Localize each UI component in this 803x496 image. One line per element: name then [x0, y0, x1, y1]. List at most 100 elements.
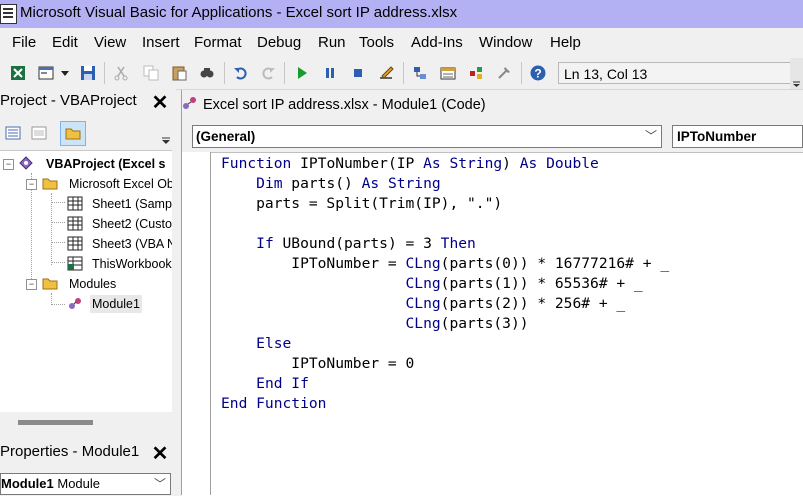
- toolbar-overflow-chevron[interactable]: [790, 58, 803, 89]
- undo-icon[interactable]: [233, 65, 249, 81]
- tree-node-sheet2[interactable]: Sheet2 (Custo: [0, 215, 172, 233]
- code-line[interactable]: Dim parts() As String: [221, 174, 669, 194]
- code-token: (parts(3)): [440, 315, 529, 332]
- break-icon[interactable]: [322, 65, 338, 81]
- dropdown-arrow-icon[interactable]: [60, 65, 70, 81]
- cut-icon[interactable]: [113, 65, 129, 81]
- tree-node-excel-objects[interactable]: − Microsoft Excel Ob: [0, 175, 172, 193]
- tree-node-module1[interactable]: Module1: [0, 295, 172, 313]
- svg-text:?: ?: [534, 67, 541, 81]
- menu-run[interactable]: Run: [318, 34, 346, 51]
- copy-icon[interactable]: [143, 65, 159, 81]
- code-token: IPToNumber =: [221, 255, 406, 272]
- procedure-dropdown[interactable]: IPToNumber: [672, 125, 803, 148]
- code-line[interactable]: End If: [221, 374, 669, 394]
- object-dropdown[interactable]: (General) ﹀: [192, 125, 662, 148]
- workbook-icon: [67, 256, 83, 271]
- code-window-title-text: Excel sort IP address.xlsx - Module1 (Co…: [203, 97, 486, 113]
- module-icon: [181, 95, 203, 115]
- close-icon[interactable]: ✕: [150, 444, 170, 464]
- code-keyword: End Function: [221, 395, 327, 412]
- code-line[interactable]: parts = Split(Trim(IP), "."): [221, 194, 669, 214]
- tree-horizontal-scrollbar[interactable]: [0, 412, 172, 432]
- project-explorer-icon[interactable]: [412, 65, 428, 81]
- code-line[interactable]: CLng(parts(2)) * 256# + _: [221, 294, 669, 314]
- tree-node-modules[interactable]: − Modules: [0, 275, 172, 293]
- scroll-down-icon[interactable]: [160, 131, 172, 147]
- worksheet-icon: [67, 236, 83, 251]
- excel-icon[interactable]: [10, 65, 26, 81]
- tree-node-thisworkbook[interactable]: ThisWorkbook: [0, 255, 172, 273]
- code-margin-indicator-bar[interactable]: [182, 152, 211, 495]
- code-text[interactable]: Function IPToNumber(IP As String) As Dou…: [221, 154, 669, 414]
- properties-window-icon[interactable]: [440, 65, 456, 81]
- menu-edit[interactable]: Edit: [52, 34, 78, 51]
- code-line[interactable]: Else: [221, 334, 669, 354]
- menu-view[interactable]: View: [94, 34, 126, 51]
- code-keyword: Then: [440, 235, 476, 252]
- code-line[interactable]: CLng(parts(1)) * 65536# + _: [221, 274, 669, 294]
- insert-userform-icon[interactable]: [38, 65, 54, 81]
- code-line[interactable]: End Function: [221, 394, 669, 414]
- reset-icon[interactable]: [350, 65, 366, 81]
- redo-icon[interactable]: [260, 65, 276, 81]
- help-icon[interactable]: ?: [530, 65, 546, 81]
- code-keyword: CLng: [405, 295, 441, 312]
- menu-bar: File Edit View Insert Format Debug Run T…: [0, 28, 803, 58]
- code-line[interactable]: CLng(parts(3)): [221, 314, 669, 334]
- collapse-icon[interactable]: −: [26, 279, 37, 290]
- toolbox-icon[interactable]: [496, 65, 512, 81]
- code-keyword: As String: [361, 175, 441, 192]
- menu-debug[interactable]: Debug: [257, 34, 301, 51]
- code-keyword: Function: [221, 155, 292, 172]
- design-mode-icon[interactable]: [378, 65, 394, 81]
- menu-tools[interactable]: Tools: [359, 34, 394, 51]
- code-keyword: If: [256, 235, 274, 252]
- code-line[interactable]: [221, 214, 669, 234]
- menu-insert[interactable]: Insert: [142, 34, 180, 51]
- close-icon[interactable]: ✕: [150, 93, 170, 113]
- code-token: IPToNumber(IP: [291, 155, 424, 172]
- tree-label: Microsoft Excel Ob: [69, 177, 172, 191]
- run-icon[interactable]: [294, 65, 310, 81]
- project-explorer-toolbar: [0, 117, 176, 150]
- collapse-icon[interactable]: −: [3, 159, 14, 170]
- code-keyword: CLng: [405, 275, 441, 292]
- menu-file[interactable]: File: [12, 34, 36, 51]
- tree-node-sheet3[interactable]: Sheet3 (VBA N: [0, 235, 172, 253]
- project-explorer-header: Project - VBAProject ✕: [0, 89, 176, 117]
- paste-icon[interactable]: [171, 65, 187, 81]
- menu-window[interactable]: Window: [479, 34, 532, 51]
- window-title: Microsoft Visual Basic for Applications …: [20, 4, 458, 21]
- menu-format[interactable]: Format: [194, 34, 242, 51]
- code-token: parts(): [282, 175, 362, 192]
- chevron-down-icon: ﹀: [644, 129, 657, 143]
- view-object-icon[interactable]: [31, 126, 47, 140]
- code-line[interactable]: IPToNumber = CLng(parts(0)) * 16777216# …: [221, 254, 669, 274]
- scrollbar-thumb[interactable]: [18, 420, 93, 425]
- folder-icon: [42, 276, 58, 291]
- menu-add-ins[interactable]: Add-Ins: [411, 34, 463, 51]
- collapse-icon[interactable]: −: [26, 179, 37, 190]
- view-code-icon[interactable]: [5, 126, 21, 140]
- code-token: IPToNumber = 0: [221, 355, 415, 372]
- menu-help[interactable]: Help: [550, 34, 581, 51]
- tree-node-vbaproject[interactable]: − VBAProject (Excel s: [0, 155, 172, 173]
- save-icon[interactable]: [80, 65, 96, 81]
- object-browser-icon[interactable]: [468, 65, 484, 81]
- code-token: (parts(2)) * 256# + _: [440, 295, 626, 312]
- tree-node-sheet1[interactable]: Sheet1 (Samp: [0, 195, 172, 213]
- properties-object-select[interactable]: Module1 Module ﹀: [0, 473, 171, 495]
- toggle-folders-button[interactable]: [60, 121, 86, 146]
- tree-label: Modules: [69, 277, 117, 291]
- code-keyword: As Double: [519, 155, 599, 172]
- code-line[interactable]: IPToNumber = 0: [221, 354, 669, 374]
- code-line[interactable]: If UBound(parts) = 3 Then: [221, 234, 669, 254]
- code-line[interactable]: Function IPToNumber(IP As String) As Dou…: [221, 154, 669, 174]
- find-icon[interactable]: [199, 65, 215, 81]
- vba-app-icon[interactable]: [0, 4, 17, 24]
